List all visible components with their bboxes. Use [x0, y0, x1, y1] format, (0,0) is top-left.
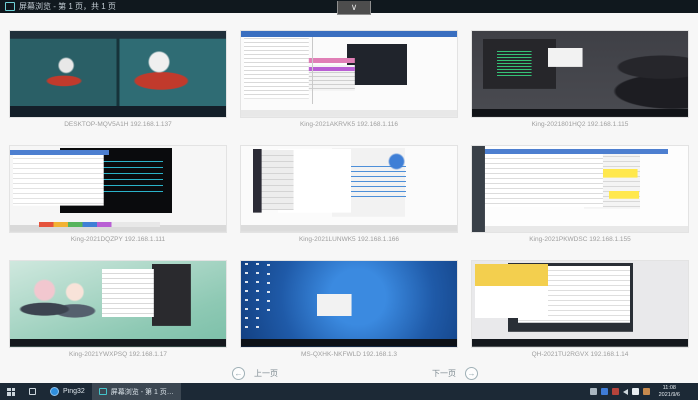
window-title: 屏幕浏览 - 第 1 页，共 1 页 [19, 2, 116, 11]
screen-tile[interactable]: King-2021AKRVK5 192.168.1.116 [240, 30, 458, 131]
screen-thumbnail[interactable] [9, 260, 227, 348]
monitor-icon [98, 388, 107, 395]
next-page-button[interactable]: 下一页 → [432, 366, 478, 381]
screen-tile[interactable]: King-2021DQZPY 192.168.1.111 [9, 145, 227, 246]
prev-page-label[interactable]: 上一页 [254, 368, 278, 379]
arrow-right-icon[interactable]: → [465, 367, 478, 380]
machine-caption: King-2021YWXPSQ 192.168.1.17 [69, 351, 167, 358]
screen-tile[interactable]: MS-QXHK-NKFWLD 192.168.1.3 [240, 260, 458, 361]
security-red-icon[interactable] [611, 388, 619, 395]
screen-tile[interactable]: QH-2021TU2RGVX 192.168.1.14 [471, 260, 689, 361]
ping32-app-icon [50, 387, 59, 396]
system-tray: 11:08 2021/9/6 [586, 383, 698, 400]
screen-thumbnail[interactable] [471, 260, 689, 348]
taskbar-item-label: Ping32 [63, 388, 85, 395]
chevron-down-icon: ∨ [350, 2, 358, 12]
next-page-label[interactable]: 下一页 [432, 368, 456, 379]
app-blue-icon[interactable] [600, 388, 608, 395]
clock-time: 11:08 [662, 384, 676, 391]
toolbar-collapse-button[interactable]: ∨ [337, 1, 371, 15]
screen-tile[interactable]: King-2021LUNWK5 192.168.1.166 [240, 145, 458, 246]
taskbar-item-label: 屏幕浏览 - 第 1 页… [110, 388, 174, 396]
screen-thumbnail[interactable] [240, 145, 458, 233]
screen-thumbnail[interactable] [471, 30, 689, 118]
taskbar-clock[interactable]: 11:08 2021/9/6 [654, 385, 685, 399]
task-view-button[interactable] [22, 383, 43, 400]
arrow-left-icon[interactable]: ← [232, 367, 245, 380]
input-method-icon[interactable] [631, 388, 639, 395]
screen-thumbnail[interactable] [471, 145, 689, 233]
screen-wall: DESKTOP-MQV5A1H 192.168.1.137 King-2021A… [0, 13, 698, 383]
machine-caption: MS-QXHK-NKFWLD 192.168.1.3 [300, 351, 398, 358]
screen-tile[interactable]: King-2021PKWDSC 192.168.1.155 [471, 145, 689, 246]
screen-thumbnail[interactable] [9, 30, 227, 118]
app-orange-icon[interactable] [642, 388, 650, 395]
screen-grid: DESKTOP-MQV5A1H 192.168.1.137 King-2021A… [0, 13, 698, 361]
machine-caption: QH-2021TU2RGVX 192.168.1.14 [531, 351, 629, 358]
screen-thumbnail[interactable] [9, 145, 227, 233]
machine-caption: King-2021801HQ2 192.168.1.115 [531, 121, 629, 128]
speaker-icon[interactable] [622, 388, 628, 395]
windows-logo-icon [7, 387, 15, 396]
screen-tile[interactable]: King-2021YWXPSQ 192.168.1.17 [9, 260, 227, 361]
taskbar-item-screen-browse[interactable]: 屏幕浏览 - 第 1 页… [91, 383, 181, 400]
task-view-icon [29, 388, 36, 395]
taskbar-item-ping32[interactable]: Ping32 [43, 383, 92, 400]
machine-caption: King-2021LUNWK5 192.168.1.166 [298, 236, 400, 243]
machine-caption: King-2021DQZPY 192.168.1.111 [70, 236, 166, 243]
machine-caption: King-2021PKWDSC 192.168.1.155 [529, 236, 631, 243]
app-window-icon [5, 2, 15, 11]
screen-thumbnail[interactable] [240, 30, 458, 118]
screen-thumbnail[interactable] [240, 260, 458, 348]
grid-icon[interactable] [589, 388, 597, 395]
machine-caption: King-2021AKRVK5 192.168.1.116 [299, 121, 399, 128]
clock-date: 2021/9/6 [658, 391, 680, 398]
pagination: ← 上一页 下一页 → [0, 366, 698, 381]
windows-taskbar: Ping32 屏幕浏览 - 第 1 页… 11:08 2021/9/6 [0, 383, 698, 400]
prev-page-button[interactable]: ← 上一页 [232, 366, 278, 381]
machine-caption: DESKTOP-MQV5A1H 192.168.1.137 [64, 121, 172, 128]
start-button[interactable] [0, 383, 22, 400]
screen-tile[interactable]: DESKTOP-MQV5A1H 192.168.1.137 [9, 30, 227, 131]
screen-tile[interactable]: King-2021801HQ2 192.168.1.115 [471, 30, 689, 131]
